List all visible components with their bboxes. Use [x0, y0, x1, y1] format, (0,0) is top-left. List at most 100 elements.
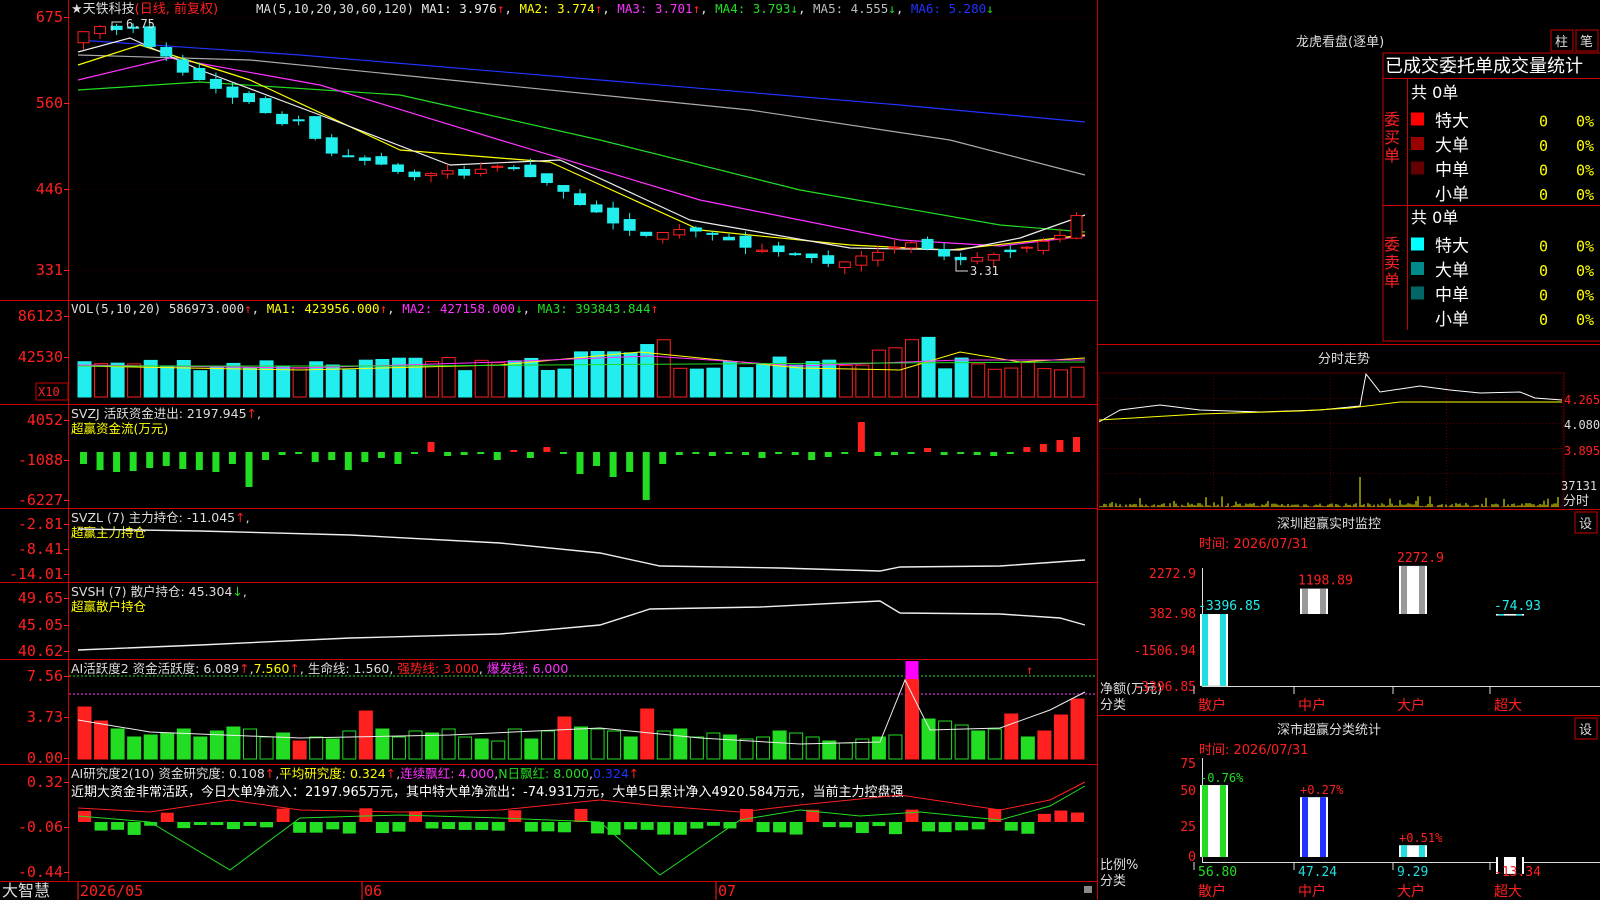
research-bar	[276, 808, 290, 822]
order-percent: 0%	[1576, 311, 1594, 329]
volume-bar	[706, 367, 721, 398]
fund-flow-bar	[609, 452, 617, 477]
fund-flow-bar	[411, 452, 418, 454]
volume-bar	[822, 359, 837, 398]
research-bar	[94, 822, 108, 831]
ma-legend-value: MA6: 5.280	[911, 1, 986, 16]
fund-flow-bar	[394, 452, 402, 464]
fund-flow-bar	[526, 452, 534, 458]
fund-flow-bar	[990, 452, 998, 456]
ma-legend-arrow: ↑	[497, 1, 505, 16]
volume-bar	[77, 361, 92, 398]
candle-body	[1037, 240, 1050, 251]
order-percent: 0%	[1576, 113, 1594, 131]
activity-bar	[1070, 698, 1085, 760]
volume-bar	[689, 368, 704, 398]
volume-bar	[243, 367, 257, 398]
ma-legend-arrow: ↓	[986, 1, 994, 16]
svsh-title: SVSH (7) 散户持仓: 45.304↓,	[71, 584, 247, 599]
date-label: 07	[718, 882, 736, 900]
candle-body	[474, 168, 487, 174]
sell-side-char: 单	[1384, 271, 1400, 290]
low-price-label: 3.31	[970, 264, 999, 278]
y-tick-label: 49.65	[18, 589, 63, 607]
lock-icon[interactable]	[1084, 886, 1092, 893]
fund-flow-bar	[228, 452, 236, 464]
activity-bar	[143, 734, 158, 760]
research-bar	[475, 822, 489, 830]
svzj-title: SVZJ 活跃资金进出: 2197.945↑,	[71, 406, 261, 421]
candle-body	[160, 47, 173, 57]
candle-body	[441, 170, 454, 175]
volume-bar	[524, 357, 539, 398]
research-bar	[922, 822, 936, 832]
research-bar	[210, 822, 224, 826]
activity-bar	[838, 742, 853, 760]
volume-bar	[673, 367, 688, 398]
intraday-tick-label: 3.895	[1564, 444, 1600, 458]
fund-flow-bar	[543, 447, 551, 452]
research-bar	[127, 822, 141, 835]
candle-body	[673, 229, 686, 236]
buy-total: 共 0单	[1411, 83, 1458, 102]
fund-flow-bar	[113, 452, 121, 472]
category-bar-edge	[1419, 565, 1425, 614]
y-tick-label: -2.81	[18, 515, 63, 533]
activity-bar	[358, 710, 373, 760]
volume-bar	[209, 366, 224, 398]
bar-change-label: +0.51%	[1399, 831, 1443, 845]
fund-flow-bar	[179, 452, 187, 469]
fund-flow-bar	[510, 450, 518, 452]
candle-body	[110, 25, 123, 31]
candle-body	[607, 207, 620, 224]
bar-y-tick: 50	[1180, 784, 1196, 799]
activity-bar	[607, 730, 622, 760]
ma-legend-value: MA5: 4.555	[813, 1, 888, 16]
sz-monitor-title: 深圳超赢实时监控	[1277, 516, 1381, 532]
ma-legend-arrow: ↑	[595, 1, 603, 16]
volume-bar	[110, 362, 125, 398]
volume-legend-label: VOL(5,10,20)	[71, 301, 169, 316]
y-tick-label: -6227	[18, 491, 63, 509]
fund-flow-bar	[361, 452, 369, 462]
category-bar-edge	[1320, 588, 1326, 614]
ai-research-title: AI研究度2(10) 资金研究度: 0.108↑,平均研究度: 0.324↑,连…	[71, 766, 639, 781]
research-bar	[640, 822, 654, 830]
category-bar-edge	[1401, 565, 1407, 614]
candle-body	[176, 59, 189, 73]
volume-legend-separator: ,	[523, 301, 538, 316]
fund-flow-bar	[559, 452, 567, 454]
fund-flow-bar	[791, 452, 799, 455]
research-bar	[1037, 813, 1051, 822]
stock-title[interactable]: ★天铁科技(日线, 前复权)	[71, 1, 218, 17]
order-size-label: 小单	[1435, 185, 1469, 205]
fund-flow-bar	[742, 452, 749, 455]
y-tick-label: -14.01	[9, 565, 63, 583]
date-label: 2026/05	[80, 882, 143, 900]
order-count: 0	[1539, 113, 1548, 131]
fund-flow-bar	[758, 452, 766, 458]
bar-category-label: 超大	[1494, 884, 1522, 900]
candle-body	[375, 156, 388, 165]
activity-bar	[1004, 713, 1019, 760]
volume-bar	[987, 368, 1002, 398]
buy-side-char: 单	[1384, 146, 1400, 165]
ma-legend-value: MA4: 3.793	[715, 1, 790, 16]
activity-bar	[441, 728, 456, 760]
y-tick-label: -8.41	[18, 540, 63, 558]
order-size-label: 大单	[1435, 261, 1469, 281]
candle-body	[871, 251, 884, 261]
volume-legend: VOL(5,10,20) 586973.000↑, MA1: 423956.00…	[71, 301, 658, 316]
dragon-tiger-title: 龙虎看盘(逐单)	[1296, 34, 1384, 50]
candle-body	[987, 254, 1000, 261]
activity-bar	[77, 706, 92, 760]
ai-research-comment: 近期大资金非常活跃，今日大单净流入：2197.965万元，其中特大单净流出：-7…	[71, 784, 904, 800]
volume-bar	[607, 351, 622, 398]
activity-bar	[110, 728, 125, 760]
research-bar	[574, 808, 588, 822]
fund-flow-bar	[659, 452, 667, 464]
dist-title: 深市超赢分类统计	[1277, 722, 1381, 738]
activity-bar	[805, 736, 820, 760]
bar-y-tick: 382.98	[1149, 607, 1196, 622]
bar-mode-label: 柱	[1555, 35, 1568, 50]
